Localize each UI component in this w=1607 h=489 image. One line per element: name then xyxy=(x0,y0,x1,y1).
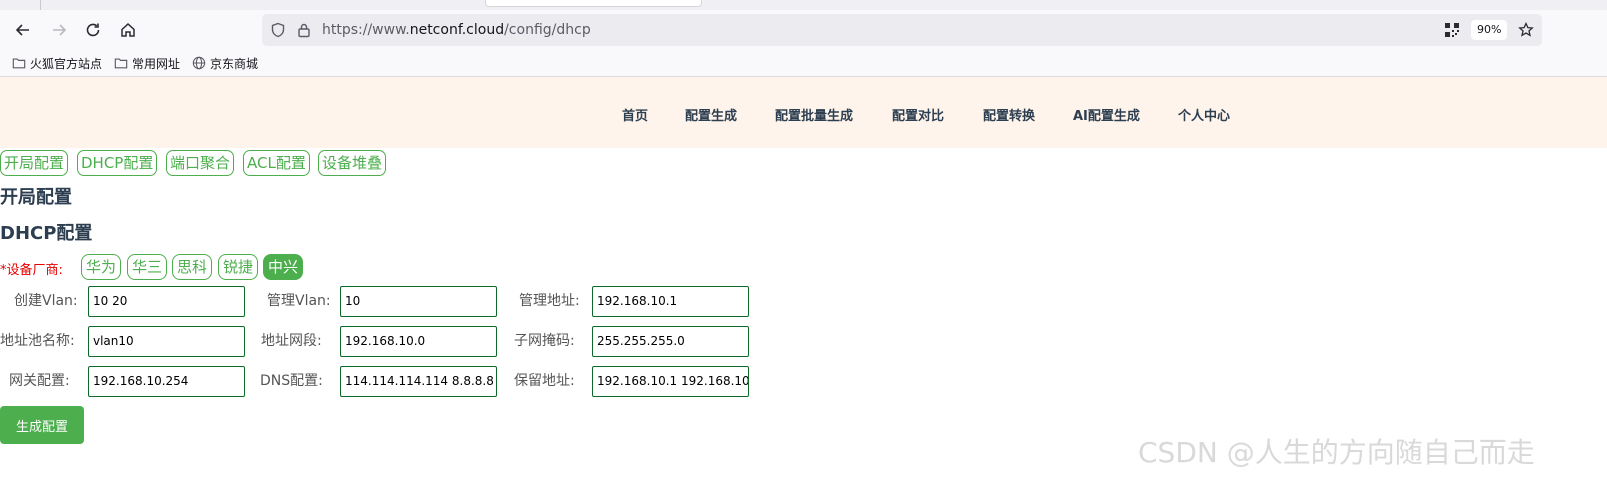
zoom-level[interactable]: 90% xyxy=(1471,20,1508,40)
nav-item-compare[interactable]: 配置对比 xyxy=(892,105,944,124)
tab-device-stacking[interactable]: 设备堆叠 xyxy=(318,150,387,176)
vendor-cisco-button[interactable]: 思科 xyxy=(172,254,213,280)
shield-icon[interactable] xyxy=(270,22,286,38)
tab-acl-config[interactable]: ACL配置 xyxy=(243,150,310,176)
tab-dhcp-config[interactable]: DHCP配置 xyxy=(77,150,158,176)
subnet-mask-label: 子网掩码: xyxy=(514,333,575,349)
pool-name-input[interactable]: vlan10 xyxy=(88,326,245,357)
browser-toolbar: https://www.netconf.cloud/config/dhcp 90… xyxy=(0,10,1607,50)
generate-config-button[interactable]: 生成配置 xyxy=(0,406,84,444)
gateway-label: 网关配置: xyxy=(9,373,70,389)
vendor-h3c-button[interactable]: 华三 xyxy=(127,254,168,280)
bookmark-label: 常用网址 xyxy=(132,56,181,71)
watermark: CSDN @人生的方向随自己而走 xyxy=(1138,436,1535,469)
bookmark-label: 京东商城 xyxy=(210,56,259,71)
back-icon[interactable] xyxy=(11,18,35,42)
nav-item-batch-gen[interactable]: 配置批量生成 xyxy=(775,105,853,124)
create-vlan-input[interactable]: 10 20 xyxy=(88,286,245,317)
nav-item-ai-gen[interactable]: AI配置生成 xyxy=(1073,105,1140,124)
bookmark-item-common[interactable]: 常用网址 xyxy=(114,54,180,72)
active-tab-edge[interactable] xyxy=(485,0,702,7)
nav-item-convert[interactable]: 配置转换 xyxy=(983,105,1035,124)
bookmark-item-firefox[interactable]: 火狐官方站点 xyxy=(12,54,102,72)
reserved-address-label: 保留地址: xyxy=(514,373,575,389)
bookmark-item-jd[interactable]: 京东商城 xyxy=(192,54,258,72)
mgmt-address-label: 管理地址: xyxy=(519,293,580,309)
vendor-zte-button[interactable]: 中兴 xyxy=(263,254,304,280)
reserved-address-input[interactable]: 192.168.10.1 192.168.10.100 xyxy=(592,366,749,397)
mgmt-vlan-input[interactable]: 10 xyxy=(340,286,497,317)
tab-port-aggregation[interactable]: 端口聚合 xyxy=(166,150,235,176)
url-text[interactable]: https://www.netconf.cloud/config/dhcp xyxy=(322,22,591,38)
globe-icon xyxy=(192,56,206,70)
url-host: netconf.cloud xyxy=(409,22,505,38)
forward-icon[interactable] xyxy=(47,18,71,42)
site-nav: 首页 配置生成 配置批量生成 配置对比 配置转换 AI配置生成 个人中心 xyxy=(0,77,1607,148)
dns-input[interactable]: 114.114.114.114 8.8.8.8 xyxy=(340,366,497,397)
network-input[interactable]: 192.168.10.0 xyxy=(340,326,497,357)
vendor-ruijie-button[interactable]: 锐捷 xyxy=(218,254,259,280)
bookmark-star-icon[interactable] xyxy=(1518,22,1534,38)
lock-icon[interactable] xyxy=(296,22,312,38)
tab-initial-config[interactable]: 开局配置 xyxy=(0,150,69,176)
pool-name-label: 地址池名称: xyxy=(0,333,75,349)
bookmarks-bar: 火狐官方站点 常用网址 京东商城 xyxy=(0,50,1607,77)
reload-icon[interactable] xyxy=(81,18,105,42)
url-prefix: https://www. xyxy=(322,22,410,38)
tab-separator xyxy=(40,0,41,10)
vendor-huawei-button[interactable]: 华为 xyxy=(81,254,122,280)
section-heading-initial: 开局配置 xyxy=(0,187,72,208)
address-bar[interactable]: https://www.netconf.cloud/config/dhcp 90… xyxy=(262,14,1542,46)
bookmark-label: 火狐官方站点 xyxy=(30,56,103,71)
nav-item-profile[interactable]: 个人中心 xyxy=(1178,105,1230,124)
gateway-input[interactable]: 192.168.10.254 xyxy=(88,366,245,397)
home-icon[interactable] xyxy=(116,18,140,42)
subnet-mask-input[interactable]: 255.255.255.0 xyxy=(592,326,749,357)
qr-code-icon[interactable] xyxy=(1444,22,1460,38)
dns-label: DNS配置: xyxy=(260,373,323,389)
nav-item-home[interactable]: 首页 xyxy=(622,105,648,124)
mgmt-address-input[interactable]: 192.168.10.1 xyxy=(592,286,749,317)
section-heading-dhcp: DHCP配置 xyxy=(0,223,93,244)
tab-strip xyxy=(0,0,1607,10)
mgmt-vlan-label: 管理Vlan: xyxy=(267,293,331,309)
folder-icon xyxy=(114,58,128,69)
vendor-label: *设备厂商: xyxy=(0,263,63,278)
create-vlan-label: 创建Vlan: xyxy=(14,293,78,309)
network-label: 地址网段: xyxy=(261,333,322,349)
nav-item-config-gen[interactable]: 配置生成 xyxy=(685,105,737,124)
folder-icon xyxy=(12,58,26,69)
url-path: /config/dhcp xyxy=(504,22,591,38)
